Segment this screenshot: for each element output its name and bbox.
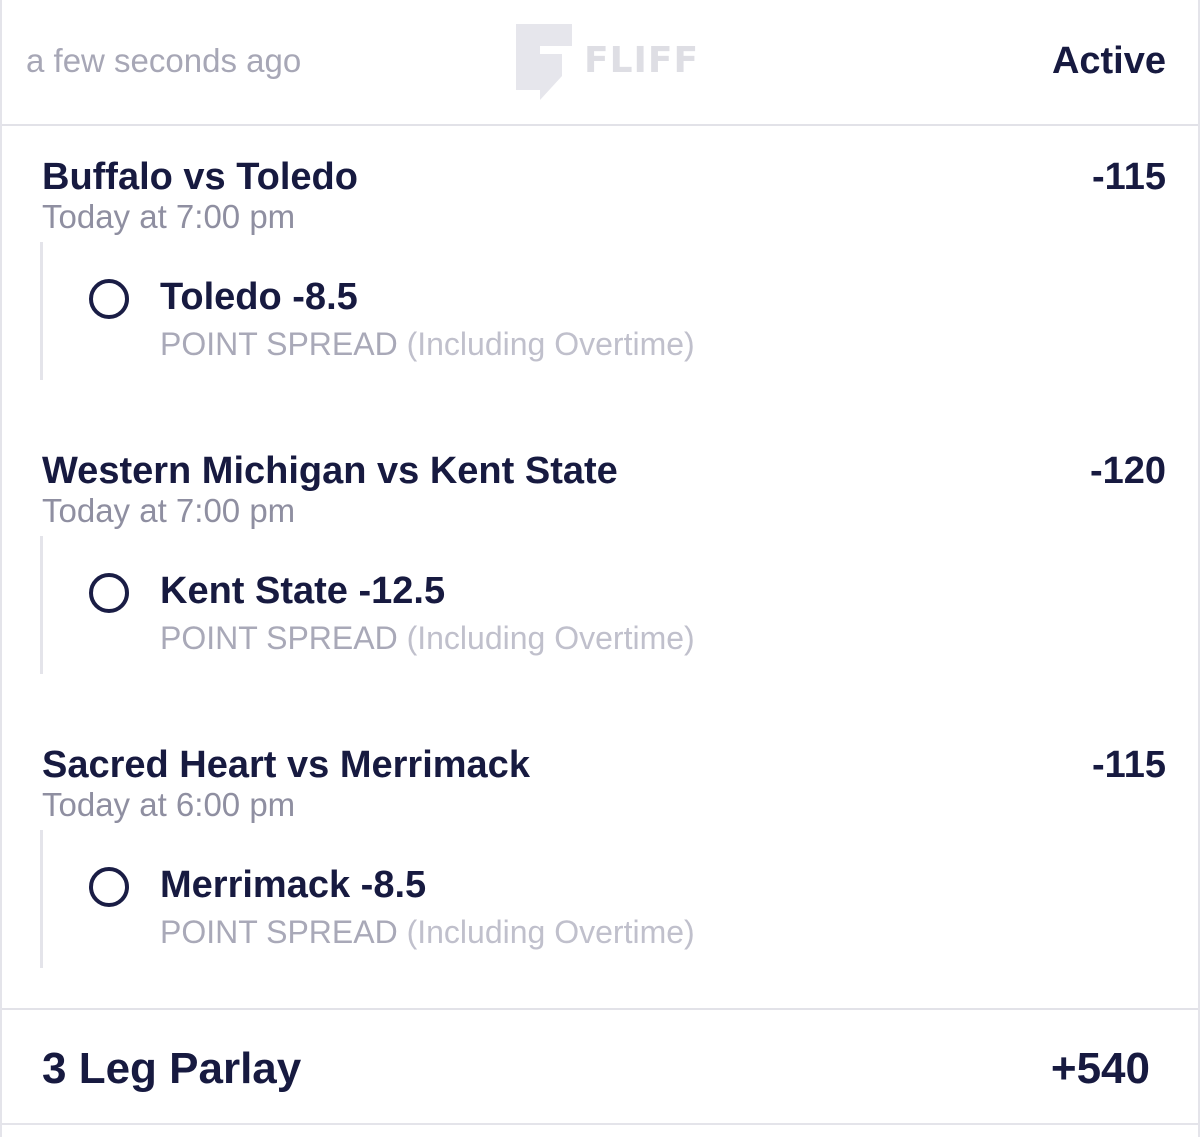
pick-selection: Merrimack -8.5 <box>160 864 427 906</box>
game-time: Today at 7:00 pm <box>42 198 296 235</box>
game-time: Today at 7:00 pm <box>42 492 296 529</box>
market-name: POINT SPREAD <box>160 620 398 656</box>
market-type: POINT SPREAD (Including Overtime) <box>160 326 695 363</box>
leg-divider-rail <box>40 242 43 380</box>
parlay-odds: +540 <box>1050 1044 1150 1093</box>
footer-divider <box>2 1123 1198 1125</box>
pending-status-circle-icon <box>89 867 129 907</box>
bet-header: a few seconds ago FLIFF Active <box>2 0 1198 126</box>
pick-selection: Toledo -8.5 <box>160 276 358 318</box>
market-type: POINT SPREAD (Including Overtime) <box>160 914 695 951</box>
game-title: Buffalo vs Toledo <box>42 156 358 198</box>
market-type: POINT SPREAD (Including Overtime) <box>160 620 695 657</box>
fliff-logo: FLIFF <box>516 24 700 104</box>
market-name: POINT SPREAD <box>160 326 398 362</box>
leg-divider-rail <box>40 536 43 674</box>
pick-selection: Kent State -12.5 <box>160 570 446 612</box>
parlay-leg: Western Michigan vs Kent State -120 Toda… <box>2 450 1198 710</box>
market-note: (Including Overtime) <box>406 620 695 656</box>
fliff-logo-icon <box>516 24 572 100</box>
bet-slip-card: a few seconds ago FLIFF Active Buffalo v… <box>0 0 1200 1137</box>
leg-odds: -120 <box>1089 450 1166 492</box>
parlay-leg: Sacred Heart vs Merrimack -115 Today at … <box>2 744 1198 1004</box>
leg-odds: -115 <box>1092 744 1166 786</box>
game-title: Western Michigan vs Kent State <box>42 450 618 492</box>
parlay-label: 3 Leg Parlay <box>42 1044 302 1093</box>
game-time: Today at 6:00 pm <box>42 786 296 823</box>
bet-status: Active <box>1051 40 1166 82</box>
leg-odds: -115 <box>1092 156 1166 198</box>
market-name: POINT SPREAD <box>160 914 398 950</box>
pending-status-circle-icon <box>89 573 129 613</box>
parlay-summary: 3 Leg Parlay +540 <box>2 1008 1198 1137</box>
parlay-leg: Buffalo vs Toledo -115 Today at 7:00 pm … <box>2 156 1198 416</box>
market-note: (Including Overtime) <box>406 326 695 362</box>
market-note: (Including Overtime) <box>406 914 695 950</box>
game-title: Sacred Heart vs Merrimack <box>42 744 530 786</box>
placed-timestamp: a few seconds ago <box>26 42 302 79</box>
pending-status-circle-icon <box>89 279 129 319</box>
fliff-logo-text: FLIFF <box>584 40 700 81</box>
leg-divider-rail <box>40 830 43 968</box>
